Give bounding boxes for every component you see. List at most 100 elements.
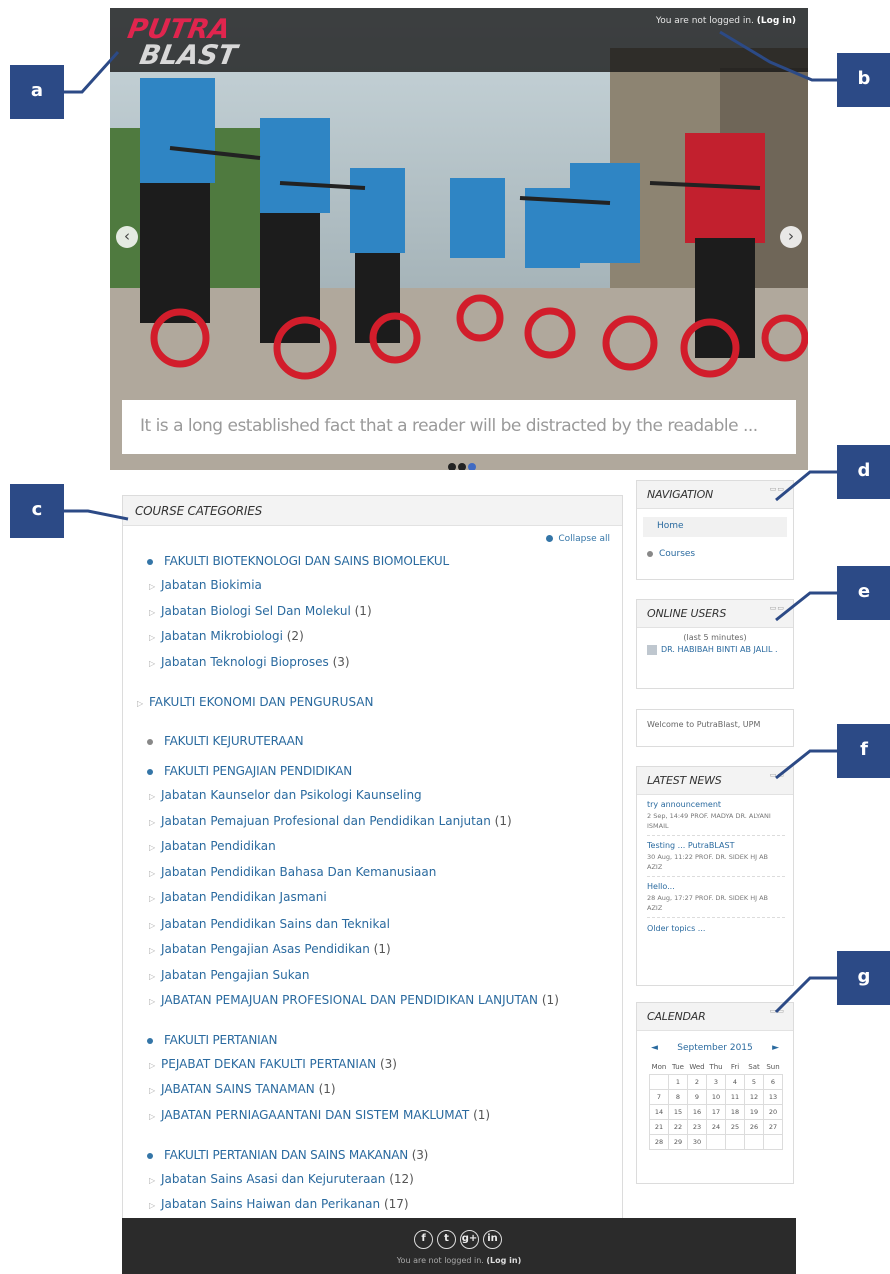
collapsed-triangle-icon[interactable]: ▷ bbox=[149, 869, 157, 878]
calendar-next-icon[interactable]: ► bbox=[772, 1043, 779, 1053]
subcategory-item[interactable]: ▷ Jabatan Pendidikan bbox=[149, 839, 276, 853]
subcategory-item[interactable]: ▷ Jabatan Sains Asasi dan Kejuruteraan (1… bbox=[149, 1172, 414, 1186]
collapsed-triangle-icon[interactable]: ▷ bbox=[149, 921, 157, 930]
empty-circle-icon[interactable] bbox=[147, 738, 153, 745]
subcategory-item[interactable]: ▷ PEJABAT DEKAN FAKULTI PERTANIAN (3) bbox=[149, 1057, 397, 1071]
putrablast-logo[interactable]: PUTRA BLAST bbox=[124, 14, 249, 71]
expanded-circle-icon[interactable] bbox=[147, 558, 153, 565]
collapsed-triangle-icon[interactable]: ▷ bbox=[149, 1061, 157, 1070]
online-user-link[interactable]: DR. HABIBAH BINTI AB JALIL . bbox=[647, 644, 793, 655]
nav-courses-link[interactable]: Courses bbox=[647, 549, 793, 559]
calendar-day[interactable]: 19 bbox=[744, 1103, 764, 1120]
subcategory-item[interactable]: ▷ Jabatan Pemajuan Profesional dan Pendid… bbox=[149, 814, 512, 828]
calendar-day[interactable]: 29 bbox=[668, 1133, 688, 1150]
collapsed-triangle-icon[interactable]: ▷ bbox=[149, 792, 157, 801]
subcategory-item[interactable]: ▷ Jabatan Pengajian Asas Pendidikan (1) bbox=[149, 942, 391, 956]
collapsed-triangle-icon[interactable]: ▷ bbox=[149, 1112, 157, 1121]
calendar-day[interactable]: 10 bbox=[706, 1088, 726, 1105]
facebook-icon[interactable]: f bbox=[414, 1230, 433, 1249]
faculty-category-item[interactable]: FAKULTI BIOTEKNOLOGI DAN SAINS BIOMOLEKU… bbox=[145, 554, 449, 568]
subcategory-item[interactable]: ▷ Jabatan Pendidikan Bahasa Dan Kemanusia… bbox=[149, 865, 436, 879]
collapsed-triangle-icon[interactable]: ▷ bbox=[149, 1201, 157, 1210]
collapsed-triangle-icon[interactable]: ▷ bbox=[149, 608, 157, 617]
expanded-circle-icon[interactable] bbox=[147, 1152, 153, 1159]
subcategory-item[interactable]: ▷ Jabatan Biologi Sel Dan Molekul (1) bbox=[149, 604, 372, 618]
subcategory-item[interactable]: ▷ Jabatan Biokimia bbox=[149, 578, 262, 592]
calendar-day[interactable]: 12 bbox=[744, 1088, 764, 1105]
collapsed-triangle-icon[interactable]: ▷ bbox=[137, 699, 145, 708]
subcategory-item[interactable]: ▷ JABATAN SAINS TANAMAN (1) bbox=[149, 1082, 336, 1096]
subcategory-item[interactable]: ▷ JABATAN PEMAJUAN PROFESIONAL DAN PENDID… bbox=[149, 993, 559, 1007]
block-controls-icon[interactable]: ▭▭ bbox=[770, 604, 785, 612]
slider-dot-2[interactable] bbox=[458, 463, 466, 470]
subcategory-item[interactable]: ▷ Jabatan Pendidikan Sains dan Teknikal bbox=[149, 917, 390, 931]
collapsed-triangle-icon[interactable]: ▷ bbox=[149, 843, 157, 852]
collapsed-triangle-icon[interactable]: ▷ bbox=[149, 997, 157, 1006]
older-topics-link[interactable]: Older topics ... bbox=[647, 924, 793, 933]
calendar-day[interactable]: 9 bbox=[687, 1088, 707, 1105]
calendar-day[interactable]: 7 bbox=[649, 1088, 669, 1105]
calendar-day[interactable]: 30 bbox=[687, 1133, 707, 1150]
block-controls-icon[interactable]: ▭▭ bbox=[770, 1007, 785, 1015]
calendar-day[interactable]: 28 bbox=[649, 1133, 669, 1150]
slider-dot-3[interactable] bbox=[468, 463, 476, 470]
collapsed-triangle-icon[interactable]: ▷ bbox=[149, 659, 157, 668]
faculty-category-item[interactable]: FAKULTI PERTANIAN DAN SAINS MAKANAN (3) bbox=[145, 1148, 428, 1162]
collapsed-triangle-icon[interactable]: ▷ bbox=[149, 582, 157, 591]
calendar-day[interactable]: 13 bbox=[763, 1088, 783, 1105]
collapse-all-link[interactable]: Collapse all bbox=[546, 534, 610, 544]
calendar-month[interactable]: September 2015 bbox=[677, 1043, 753, 1053]
calendar-day[interactable]: 18 bbox=[725, 1103, 745, 1120]
calendar-day[interactable]: 2 bbox=[687, 1073, 707, 1090]
faculty-category-item[interactable]: FAKULTI KEJURUTERAAN bbox=[145, 734, 304, 748]
news-title-link[interactable]: Testing ... PutraBLAST bbox=[647, 841, 785, 850]
google-plus-icon[interactable]: g+ bbox=[460, 1230, 479, 1249]
subcategory-item[interactable]: ▷ Jabatan Kaunselor dan Psikologi Kaunsel… bbox=[149, 788, 422, 802]
collapsed-triangle-icon[interactable]: ▷ bbox=[149, 818, 157, 827]
calendar-day[interactable]: 25 bbox=[725, 1118, 745, 1135]
collapsed-triangle-icon[interactable]: ▷ bbox=[149, 946, 157, 955]
subcategory-item[interactable]: ▷ Jabatan Pengajian Sukan bbox=[149, 968, 309, 982]
subcategory-item[interactable]: ▷ Jabatan Mikrobiologi (2) bbox=[149, 629, 304, 643]
calendar-prev-icon[interactable]: ◄ bbox=[651, 1043, 658, 1053]
news-title-link[interactable]: Hello... bbox=[647, 882, 785, 891]
nav-home-link[interactable]: Home bbox=[643, 517, 787, 537]
subcategory-item[interactable]: ▷ Jabatan Pendidikan Jasmani bbox=[149, 890, 327, 904]
calendar-day[interactable]: 22 bbox=[668, 1118, 688, 1135]
calendar-day[interactable]: 27 bbox=[763, 1118, 783, 1135]
calendar-day[interactable]: 1 bbox=[668, 1073, 688, 1090]
calendar-day[interactable]: 17 bbox=[706, 1103, 726, 1120]
expanded-circle-icon[interactable] bbox=[147, 768, 153, 775]
collapsed-triangle-icon[interactable]: ▷ bbox=[149, 972, 157, 981]
collapsed-triangle-icon[interactable]: ▷ bbox=[149, 633, 157, 642]
slider-next-arrow-icon[interactable]: › bbox=[780, 226, 802, 248]
subcategory-item[interactable]: ▷ Jabatan Sains Haiwan dan Perikanan (17) bbox=[149, 1197, 409, 1211]
calendar-day[interactable]: 14 bbox=[649, 1103, 669, 1120]
calendar-day[interactable]: 6 bbox=[763, 1073, 783, 1090]
calendar-day[interactable]: 20 bbox=[763, 1103, 783, 1120]
calendar-day[interactable]: 5 bbox=[744, 1073, 764, 1090]
calendar-day[interactable]: 4 bbox=[725, 1073, 745, 1090]
collapsed-triangle-icon[interactable]: ▷ bbox=[149, 1086, 157, 1095]
calendar-day[interactable]: 16 bbox=[687, 1103, 707, 1120]
calendar-day[interactable]: 21 bbox=[649, 1118, 669, 1135]
slider-dot-1[interactable] bbox=[448, 463, 456, 470]
subcategory-item[interactable]: ▷ Jabatan Teknologi Bioproses (3) bbox=[149, 655, 350, 669]
faculty-category-item[interactable]: FAKULTI PENGAJIAN PENDIDIKAN bbox=[145, 764, 352, 778]
calendar-day[interactable]: 23 bbox=[687, 1118, 707, 1135]
calendar-day[interactable]: 24 bbox=[706, 1118, 726, 1135]
faculty-category-item[interactable]: FAKULTI PERTANIAN bbox=[145, 1033, 277, 1047]
login-link-top[interactable]: (Log in) bbox=[757, 16, 796, 26]
calendar-day[interactable]: 8 bbox=[668, 1088, 688, 1105]
login-link-footer[interactable]: (Log in) bbox=[486, 1256, 521, 1265]
calendar-day[interactable]: 3 bbox=[706, 1073, 726, 1090]
block-controls-icon[interactable]: ▭▭ bbox=[770, 485, 785, 493]
calendar-day[interactable]: 11 bbox=[725, 1088, 745, 1105]
expanded-circle-icon[interactable] bbox=[147, 1037, 153, 1044]
calendar-day[interactable]: 26 bbox=[744, 1118, 764, 1135]
twitter-icon[interactable]: t bbox=[437, 1230, 456, 1249]
linkedin-icon[interactable]: in bbox=[483, 1230, 502, 1249]
slider-prev-arrow-icon[interactable]: ‹ bbox=[116, 226, 138, 248]
block-controls-icon[interactable]: ▭▭ bbox=[770, 771, 785, 779]
subcategory-item[interactable]: ▷ JABATAN PERNIAGAANTANI DAN SISTEM MAKLU… bbox=[149, 1108, 490, 1122]
